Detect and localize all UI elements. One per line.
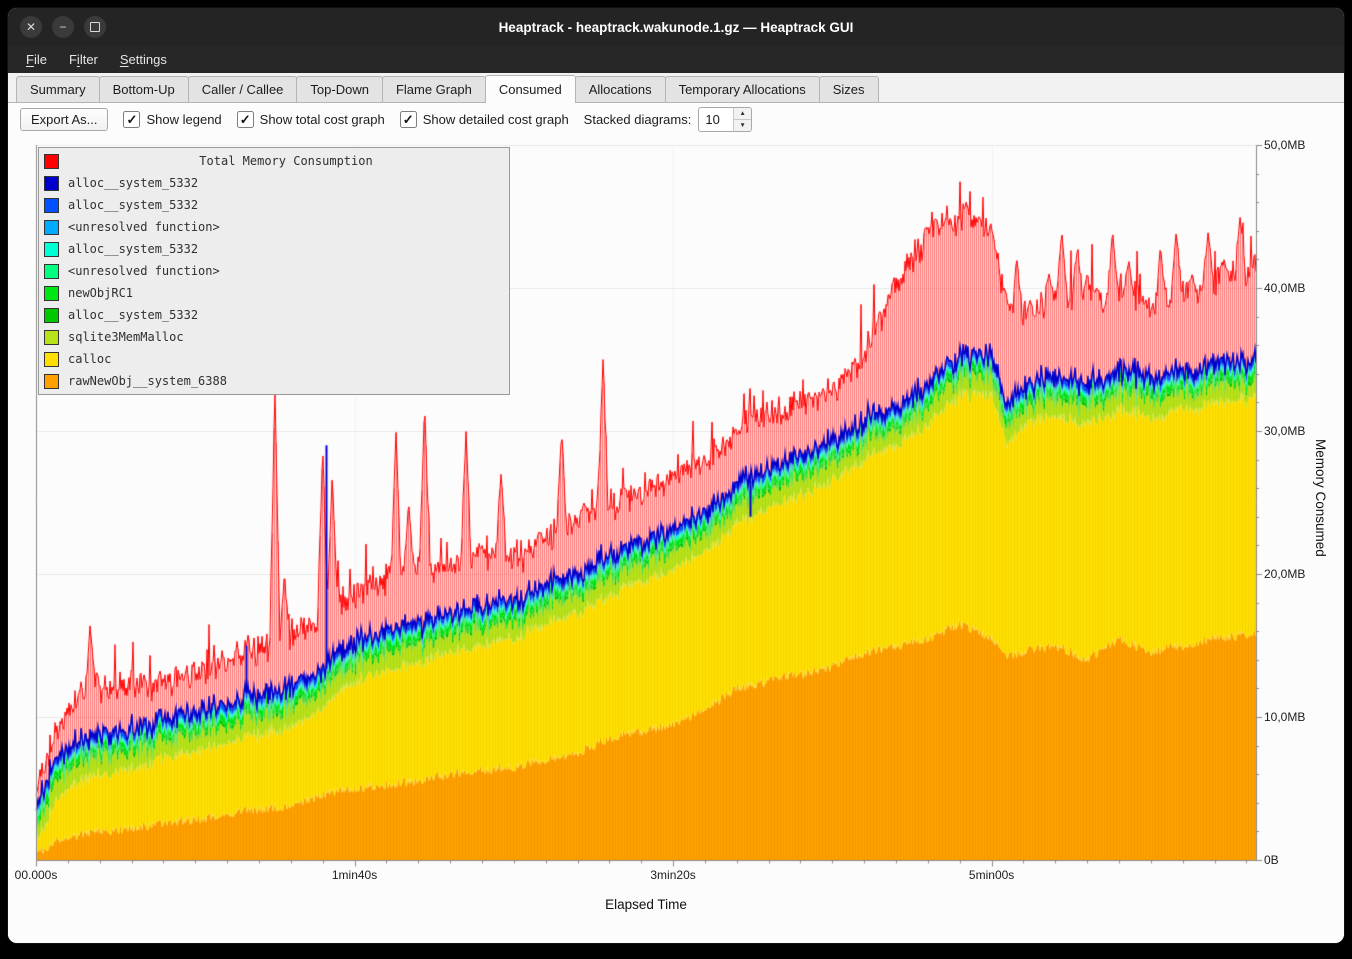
legend-item: <unresolved function> bbox=[39, 216, 509, 238]
stacked-diagrams-group: Stacked diagrams: 10 ▲ ▼ bbox=[584, 107, 752, 132]
heaptrack-window: ✕ − Heaptrack - heaptrack.wakunode.1.gz … bbox=[8, 8, 1344, 943]
legend-item: rawNewObj__system_6388 bbox=[39, 370, 509, 392]
menu-filter[interactable]: Filter bbox=[59, 49, 108, 70]
window-controls: ✕ − bbox=[20, 16, 106, 38]
legend-item: alloc__system_5332 bbox=[39, 304, 509, 326]
spin-buttons: ▲ ▼ bbox=[733, 108, 750, 131]
maximize-icon bbox=[90, 22, 100, 32]
stacked-diagrams-spinbox[interactable]: 10 ▲ ▼ bbox=[698, 107, 751, 132]
tab-flame-graph[interactable]: Flame Graph bbox=[382, 76, 486, 102]
maximize-button[interactable] bbox=[84, 16, 106, 38]
x-tick-label: 5min00s bbox=[969, 868, 1014, 882]
checkbox-check-icon: ✓ bbox=[237, 111, 254, 128]
legend-label: sqlite3MemMalloc bbox=[68, 330, 184, 344]
legend-label: calloc bbox=[68, 352, 111, 366]
menu-file[interactable]: File bbox=[16, 49, 57, 70]
legend-swatch bbox=[44, 154, 59, 169]
tab-bar: SummaryBottom-UpCaller / CalleeTop-DownF… bbox=[8, 73, 1344, 103]
spin-up-button[interactable]: ▲ bbox=[734, 108, 750, 120]
legend-item: calloc bbox=[39, 348, 509, 370]
close-button[interactable]: ✕ bbox=[20, 16, 42, 38]
legend-swatch bbox=[44, 330, 59, 345]
y-tick-label: 30,0MB bbox=[1264, 424, 1305, 438]
export-as-button[interactable]: Export As... bbox=[20, 108, 108, 131]
spin-down-button[interactable]: ▼ bbox=[734, 120, 750, 131]
legend-item: alloc__system_5332 bbox=[39, 238, 509, 260]
chart-area: Total Memory Consumption alloc__system_53… bbox=[8, 136, 1344, 943]
tab-allocations[interactable]: Allocations bbox=[575, 76, 666, 102]
legend-label: alloc__system_5332 bbox=[68, 198, 198, 212]
tab-consumed[interactable]: Consumed bbox=[485, 75, 576, 103]
toolbar-checkboxes: ✓ Show legend ✓ Show total cost graph ✓ Show … bbox=[123, 111, 568, 128]
tab-top-down[interactable]: Top-Down bbox=[296, 76, 383, 102]
checkbox-check-icon: ✓ bbox=[123, 111, 140, 128]
legend-item: alloc__system_5332 bbox=[39, 172, 509, 194]
legend-swatch bbox=[44, 286, 59, 301]
legend-label: rawNewObj__system_6388 bbox=[68, 374, 227, 388]
titlebar: ✕ − Heaptrack - heaptrack.wakunode.1.gz … bbox=[8, 8, 1344, 46]
y-tick-label: 50,0MB bbox=[1264, 138, 1305, 152]
stacked-diagrams-value[interactable]: 10 bbox=[699, 108, 733, 131]
legend-swatch bbox=[44, 374, 59, 389]
minimize-icon: − bbox=[59, 21, 66, 33]
legend-swatch bbox=[44, 264, 59, 279]
legend-label: newObjRC1 bbox=[68, 286, 133, 300]
legend-label: Total Memory Consumption bbox=[68, 154, 504, 168]
y-axis-title: Memory Consumed bbox=[1313, 136, 1328, 860]
minimize-button[interactable]: − bbox=[52, 16, 74, 38]
checkbox-label: Show legend bbox=[146, 112, 221, 127]
tab-bottom-up[interactable]: Bottom-Up bbox=[99, 76, 189, 102]
checkbox-show-detailed-cost-graph[interactable]: ✓ Show detailed cost graph bbox=[400, 111, 569, 128]
x-tick-label: 3min20s bbox=[650, 868, 695, 882]
legend-swatch bbox=[44, 242, 59, 257]
x-tick-label: 1min40s bbox=[332, 868, 377, 882]
tab-sizes[interactable]: Sizes bbox=[819, 76, 879, 102]
toolbar: Export As... ✓ Show legend ✓ Show total cos… bbox=[8, 103, 1344, 136]
checkbox-label: Show detailed cost graph bbox=[423, 112, 569, 127]
window-title: Heaptrack - heaptrack.wakunode.1.gz — He… bbox=[8, 20, 1344, 35]
legend-item: <unresolved function> bbox=[39, 260, 509, 282]
legend-label: alloc__system_5332 bbox=[68, 308, 198, 322]
legend-swatch bbox=[44, 220, 59, 235]
spin-down-icon: ▼ bbox=[739, 122, 745, 129]
legend-swatch bbox=[44, 308, 59, 323]
legend-item: sqlite3MemMalloc bbox=[39, 326, 509, 348]
legend-swatch bbox=[44, 352, 59, 367]
stacked-diagrams-label: Stacked diagrams: bbox=[584, 112, 692, 127]
legend-label: alloc__system_5332 bbox=[68, 176, 198, 190]
menubar: FileFilterSettings bbox=[8, 46, 1344, 73]
legend-label: alloc__system_5332 bbox=[68, 242, 198, 256]
checkbox-show-total-cost-graph[interactable]: ✓ Show total cost graph bbox=[237, 111, 385, 128]
tab-temporary-allocations[interactable]: Temporary Allocations bbox=[665, 76, 820, 102]
chart-legend: Total Memory Consumption alloc__system_53… bbox=[38, 147, 510, 395]
checkbox-label: Show total cost graph bbox=[260, 112, 385, 127]
legend-item: newObjRC1 bbox=[39, 282, 509, 304]
menu-settings[interactable]: Settings bbox=[110, 49, 177, 70]
spin-up-icon: ▲ bbox=[739, 110, 745, 117]
x-axis-title: Elapsed Time bbox=[36, 897, 1256, 912]
tab-caller-callee[interactable]: Caller / Callee bbox=[188, 76, 298, 102]
legend-swatch bbox=[44, 198, 59, 213]
legend-label: <unresolved function> bbox=[68, 264, 220, 278]
tab-summary[interactable]: Summary bbox=[16, 76, 100, 102]
x-tick-label: 00.000s bbox=[15, 868, 58, 882]
legend-item: alloc__system_5332 bbox=[39, 194, 509, 216]
y-tick-label: 20,0MB bbox=[1264, 567, 1305, 581]
close-icon: ✕ bbox=[26, 21, 36, 33]
legend-label: <unresolved function> bbox=[68, 220, 220, 234]
legend-swatch bbox=[44, 176, 59, 191]
y-tick-label: 10,0MB bbox=[1264, 710, 1305, 724]
checkbox-check-icon: ✓ bbox=[400, 111, 417, 128]
y-tick-label: 0B bbox=[1264, 853, 1279, 867]
y-tick-label: 40,0MB bbox=[1264, 281, 1305, 295]
legend-title-row: Total Memory Consumption bbox=[39, 150, 509, 172]
checkbox-show-legend[interactable]: ✓ Show legend bbox=[123, 111, 221, 128]
